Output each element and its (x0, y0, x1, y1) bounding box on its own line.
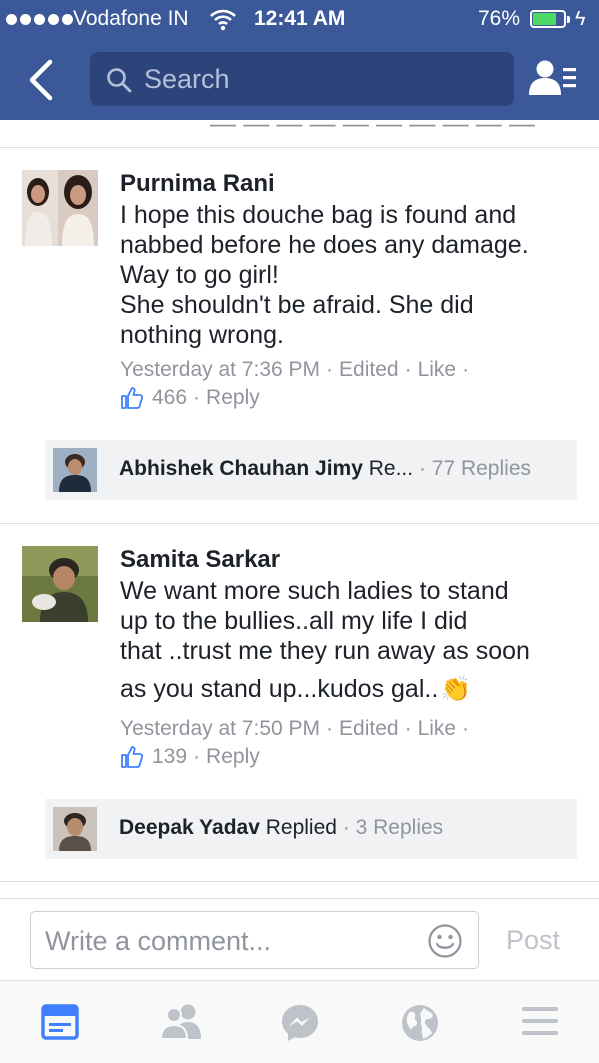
friend-requests-icon[interactable] (528, 58, 578, 98)
comment-meta: Yesterday at 7:36 PM · Edited · Like · (120, 358, 470, 381)
reply-action: Re... (368, 457, 414, 480)
like-button[interactable]: Like (418, 358, 457, 381)
previous-comment-fragment: — — — — — — — — — — (0, 120, 599, 148)
avatar (53, 448, 97, 492)
comment-author[interactable]: Purnima Rani (120, 170, 275, 198)
smiley-icon[interactable] (427, 923, 463, 959)
comment-body: I hope this douche bag is found and nabb… (120, 200, 580, 350)
clapping-hands-emoji: 👏 (440, 675, 472, 703)
reply-author[interactable]: Abhishek Chauhan Jimy (119, 457, 363, 480)
comment-author[interactable]: Samita Sarkar (120, 546, 280, 574)
comment-body: We want more such ladies to stand up to … (120, 576, 580, 704)
comment-line: Way to go girl! (120, 261, 279, 289)
tab-notifications[interactable] (360, 981, 480, 1063)
comment-input[interactable] (45, 924, 415, 958)
avatar[interactable] (22, 546, 98, 622)
friends-icon (160, 1004, 201, 1040)
menu-icon (522, 1007, 558, 1035)
post-button[interactable]: Post (506, 925, 560, 956)
reply-action: Replied (265, 816, 337, 839)
comment-line: We want more such ladies to stand (120, 577, 509, 605)
comment-timestamp[interactable]: Yesterday at 7:36 PM (120, 358, 320, 381)
reply-author[interactable]: Deepak Yadav (119, 816, 260, 839)
replies-count[interactable]: 77 Replies (432, 457, 531, 480)
like-row: 139 · Reply (120, 745, 260, 769)
comment-line: She shouldn't be afraid. She did (120, 291, 474, 319)
comment: Samita Sarkar We want more such ladies t… (0, 524, 599, 881)
avatar[interactable] (22, 170, 98, 246)
signal-dots-icon (6, 14, 73, 25)
battery-percent: 76% (478, 7, 521, 30)
comment-line: I hope this douche bag is found and (120, 201, 517, 229)
comment-meta: Yesterday at 7:50 PM · Edited · Like · (120, 717, 470, 740)
replies-preview[interactable]: Deepak Yadav Replied · 3 Replies (45, 799, 577, 859)
wifi-icon (210, 9, 236, 31)
status-bar: Vodafone IN 12:41 AM 76% ϟ (0, 0, 599, 38)
chevron-left-icon[interactable] (24, 58, 60, 102)
search-input[interactable] (144, 63, 494, 95)
charging-icon: ϟ (575, 8, 586, 30)
comment-input-box[interactable] (30, 911, 479, 969)
comment-line: up to the bullies..all my life I did (120, 607, 468, 635)
top-navigation-bar: Vodafone IN 12:41 AM 76% ϟ (0, 0, 599, 120)
comment-timestamp[interactable]: Yesterday at 7:50 PM (120, 717, 320, 740)
edited-label[interactable]: Edited (339, 358, 399, 381)
comment: Purnima Rani I hope this douche bag is f… (0, 148, 599, 523)
search-icon (107, 68, 132, 93)
globe-notifications-icon (402, 1005, 438, 1041)
bottom-tab-bar (0, 980, 599, 1063)
tab-menu[interactable] (480, 981, 599, 1063)
reply-preview-text: Abhishek Chauhan Jimy Re... · 77 Replies (119, 457, 531, 480)
avatar (53, 807, 97, 851)
thumbs-up-icon (121, 387, 144, 409)
thumbs-up-icon (121, 746, 144, 768)
comment-divider (0, 881, 599, 882)
messenger-icon (282, 1005, 318, 1041)
comment-line: that ..trust me they run away as soon (120, 637, 530, 665)
carrier-name: Vodafone IN (73, 7, 189, 30)
reply-button[interactable]: Reply (206, 745, 260, 769)
news-feed-icon (41, 1004, 79, 1040)
battery-icon (530, 10, 570, 28)
like-button[interactable]: Like (418, 717, 457, 740)
tab-friends[interactable] (120, 981, 240, 1063)
tab-messenger[interactable] (240, 981, 360, 1063)
comment-composer: Post (0, 898, 599, 980)
tab-news-feed[interactable] (0, 981, 120, 1063)
comment-line: nabbed before he does any damage. (120, 231, 529, 259)
like-row: 466 · Reply (120, 386, 260, 410)
edited-label[interactable]: Edited (339, 717, 399, 740)
comment-line: nothing wrong. (120, 321, 285, 349)
search-box[interactable] (90, 52, 514, 106)
replies-preview[interactable]: Abhishek Chauhan Jimy Re... · 77 Replies (45, 440, 577, 500)
reply-button[interactable]: Reply (206, 386, 260, 410)
comment-line: as you stand up...kudos gal.. (120, 675, 439, 703)
reply-preview-text: Deepak Yadav Replied · 3 Replies (119, 816, 444, 839)
like-count[interactable]: 139 (152, 745, 187, 769)
like-count[interactable]: 466 (152, 386, 187, 410)
replies-count[interactable]: 3 Replies (356, 816, 444, 839)
status-time: 12:41 AM (254, 7, 346, 30)
